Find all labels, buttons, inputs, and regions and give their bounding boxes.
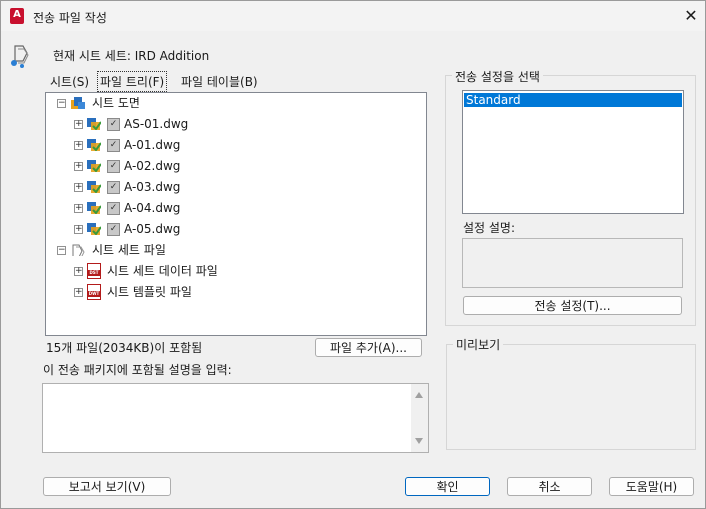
description-prompt: 이 전송 패키지에 포함될 설명을 입력: xyxy=(43,363,232,377)
tree-label: A-05.dwg xyxy=(124,222,181,236)
drawing-file-icon xyxy=(87,202,101,214)
tree-label: 시트 도면 xyxy=(92,96,140,110)
include-checkbox[interactable]: ✓ xyxy=(107,160,120,173)
view-report-button[interactable]: 보고서 보기(V) xyxy=(43,477,171,496)
cancel-button[interactable]: 취소 xyxy=(507,477,592,496)
tree-label: A-04.dwg xyxy=(124,201,181,215)
tab-file-tree[interactable]: 파일 트리(F) xyxy=(97,71,168,92)
transmittal-setup-list[interactable]: Standard xyxy=(462,90,684,214)
file-tree[interactable]: − 시트 도면 + ✓ AS-01.dwg + ✓ A-01.dwg + ✓ A… xyxy=(45,92,427,336)
tree-label: 시트 세트 파일 xyxy=(92,243,166,257)
description-input[interactable] xyxy=(42,383,429,453)
expand-icon[interactable]: + xyxy=(74,288,83,297)
dwt-file-icon: DWT xyxy=(87,284,101,300)
sheet-drawings-icon xyxy=(71,97,85,109)
expand-icon[interactable]: + xyxy=(74,120,83,129)
autocad-app-icon: A xyxy=(10,8,24,24)
include-checkbox[interactable]: ✓ xyxy=(107,202,120,215)
drawing-file-icon xyxy=(87,160,101,172)
drawing-file-icon xyxy=(87,181,101,193)
tree-node-sheet-template-file[interactable]: + DWT 시트 템플릿 파일 xyxy=(46,282,424,302)
tree-label: A-01.dwg xyxy=(124,138,181,152)
tree-node-sheet-set-files[interactable]: − 시트 세트 파일 xyxy=(46,240,424,260)
ok-button[interactable]: 확인 xyxy=(405,477,490,496)
scroll-down-icon[interactable] xyxy=(415,438,423,444)
transmittal-dialog: A 전송 파일 작성 ✕ 현재 시트 세트: IRD Addition 시트(S… xyxy=(0,0,706,509)
transmittal-setups-button[interactable]: 전송 설정(T)... xyxy=(463,296,682,315)
collapse-icon[interactable]: − xyxy=(57,99,66,108)
drawing-file-icon xyxy=(87,139,101,151)
expand-icon[interactable]: + xyxy=(74,183,83,192)
files-included-status: 15개 파일(2034KB)이 포함됨 xyxy=(46,341,203,355)
tree-node-drawing[interactable]: + ✓ A-05.dwg xyxy=(46,219,424,239)
expand-icon[interactable]: + xyxy=(74,162,83,171)
drawing-file-icon xyxy=(87,223,101,235)
include-checkbox[interactable]: ✓ xyxy=(107,181,120,194)
tree-label: A-03.dwg xyxy=(124,180,181,194)
setup-description-label: 설정 설명: xyxy=(463,221,516,235)
tab-file-table[interactable]: 파일 테이블(B) xyxy=(181,73,258,90)
tree-node-drawing[interactable]: + ✓ A-04.dwg xyxy=(46,198,424,218)
file-badge: DWT xyxy=(88,291,100,297)
help-button[interactable]: 도움말(H) xyxy=(609,477,694,496)
file-badge: DST xyxy=(88,270,100,276)
vertical-scrollbar[interactable] xyxy=(411,384,428,452)
expand-icon[interactable]: + xyxy=(74,225,83,234)
collapse-icon[interactable]: − xyxy=(57,246,66,255)
setup-option-standard[interactable]: Standard xyxy=(464,93,682,107)
preview-group xyxy=(446,344,696,450)
scroll-up-icon[interactable] xyxy=(415,392,423,398)
add-file-button[interactable]: 파일 추가(A)... xyxy=(315,338,422,357)
sheet-set-icon xyxy=(11,45,29,68)
tree-node-drawing[interactable]: + ✓ AS-01.dwg xyxy=(46,114,424,134)
setup-description-box xyxy=(462,238,683,288)
preview-title: 미리보기 xyxy=(453,336,504,353)
transmittal-setup-title: 전송 설정을 선택 xyxy=(452,68,543,85)
tree-node-sheet-drawings[interactable]: − 시트 도면 xyxy=(46,93,424,113)
current-sheet-set-label: 현재 시트 세트: IRD Addition xyxy=(53,49,210,63)
tree-label: A-02.dwg xyxy=(124,159,181,173)
tree-node-drawing[interactable]: + ✓ A-03.dwg xyxy=(46,177,424,197)
sheet-set-files-icon xyxy=(72,244,85,256)
dst-file-icon: DST xyxy=(87,263,101,279)
expand-icon[interactable]: + xyxy=(74,141,83,150)
tree-node-drawing[interactable]: + ✓ A-01.dwg xyxy=(46,135,424,155)
include-checkbox[interactable]: ✓ xyxy=(107,223,120,236)
tree-label: AS-01.dwg xyxy=(124,117,189,131)
expand-icon[interactable]: + xyxy=(74,204,83,213)
window-title: 전송 파일 작성 xyxy=(33,11,107,25)
include-checkbox[interactable]: ✓ xyxy=(107,139,120,152)
tree-label: 시트 세트 데이터 파일 xyxy=(107,264,218,278)
tab-sheets[interactable]: 시트(S) xyxy=(50,73,89,90)
tree-node-sheet-set-data-file[interactable]: + DST 시트 세트 데이터 파일 xyxy=(46,261,424,281)
include-checkbox[interactable]: ✓ xyxy=(107,118,120,131)
tree-node-drawing[interactable]: + ✓ A-02.dwg xyxy=(46,156,424,176)
close-icon[interactable]: ✕ xyxy=(681,6,701,26)
expand-icon[interactable]: + xyxy=(74,267,83,276)
title-bar: A 전송 파일 작성 ✕ xyxy=(1,1,705,31)
drawing-file-icon xyxy=(87,118,101,130)
tree-label: 시트 템플릿 파일 xyxy=(107,285,192,299)
